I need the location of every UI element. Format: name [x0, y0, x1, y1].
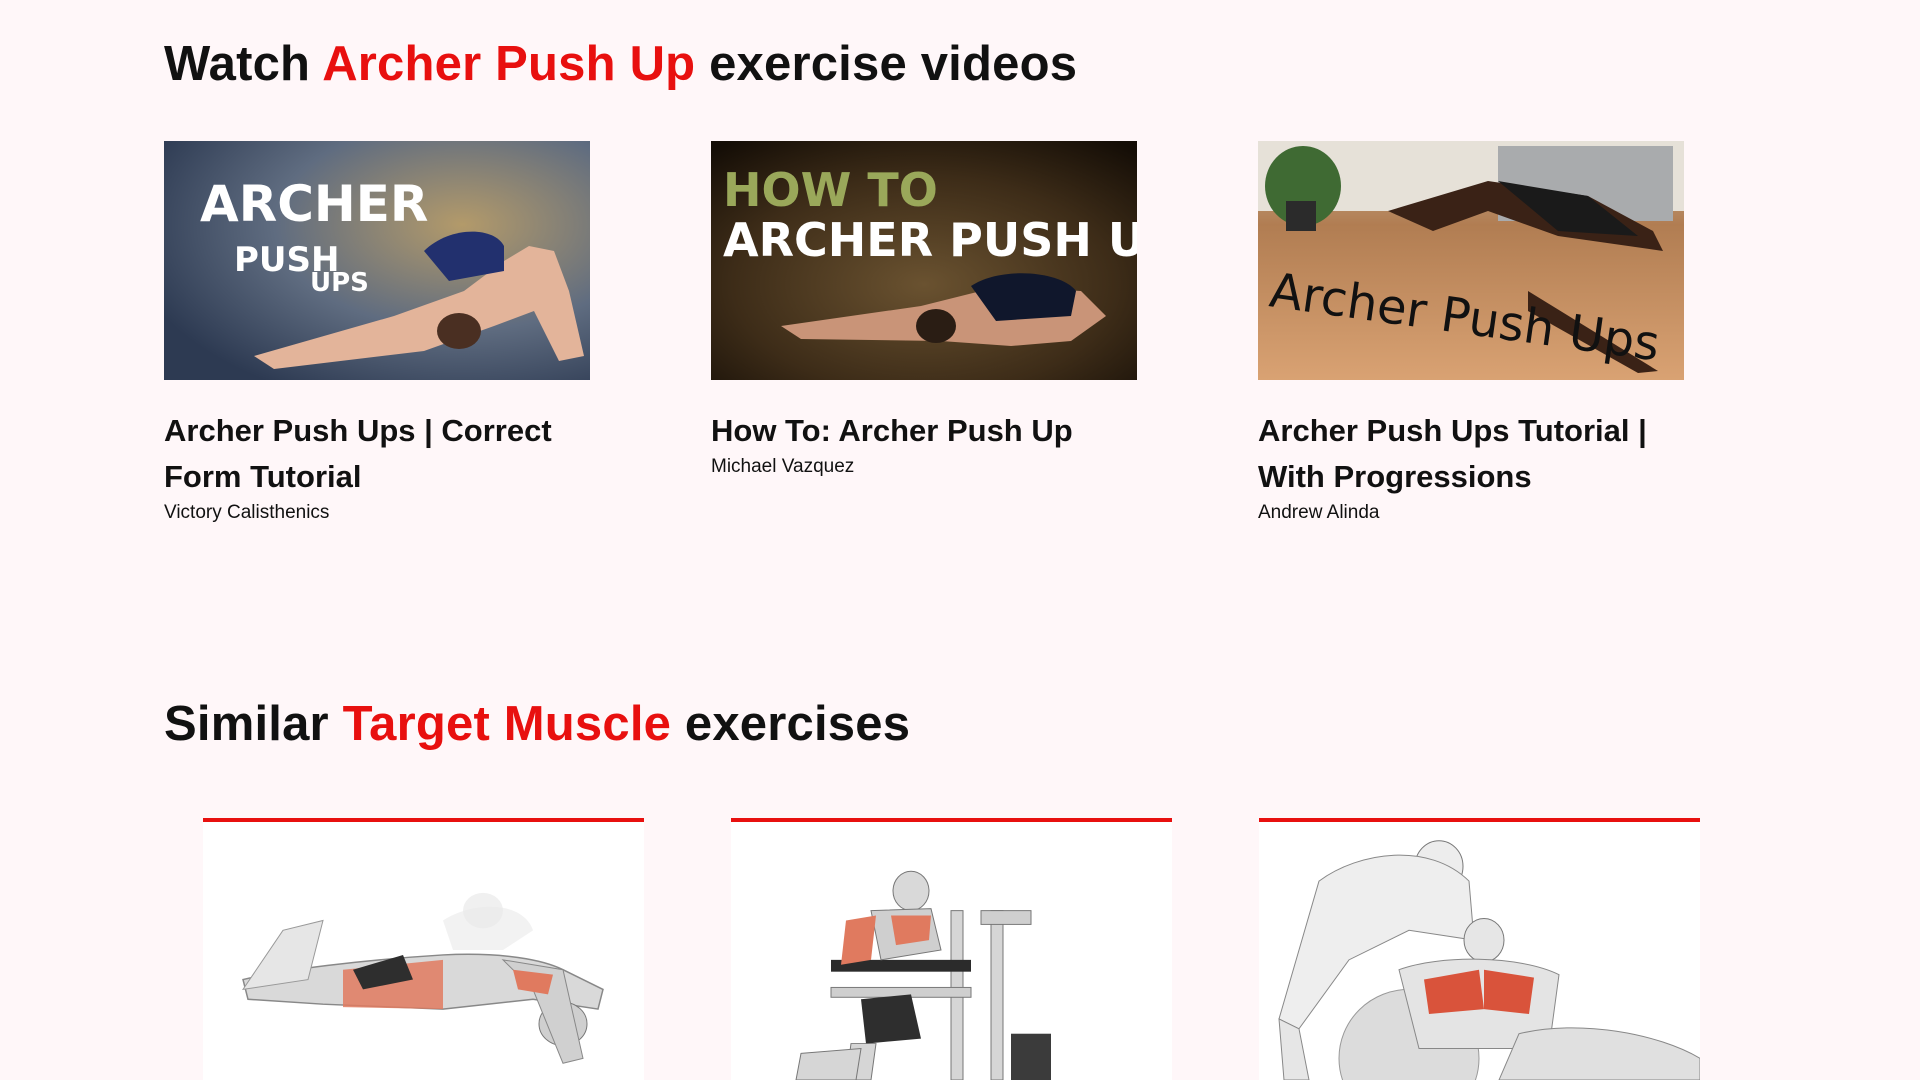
- exercise-illustration: [795, 870, 1051, 1080]
- video-title-link[interactable]: Archer Push Ups | Correct Form Tutorial: [164, 408, 590, 500]
- video-title-link[interactable]: How To: Archer Push Up: [711, 408, 1137, 454]
- similar-title-suffix: exercises: [671, 697, 911, 751]
- video-author: Andrew Alinda: [1258, 502, 1380, 523]
- videos-section-title: Watch Archer Push Up exercise videos: [164, 36, 1077, 92]
- video-card[interactable]: ARCHER PUSH UPS Archer Push Ups | Correc…: [164, 141, 590, 526]
- similar-section-title: Similar Target Muscle exercises: [164, 696, 910, 752]
- similar-title-accent: Target Muscle: [342, 697, 672, 751]
- video-thumbnail[interactable]: ARCHER PUSH UPS: [164, 141, 590, 380]
- video-card[interactable]: Archer Push Ups Archer Push Ups Tutorial…: [1258, 141, 1684, 526]
- thumb-text-line: ARCHER PUSH UP: [723, 213, 1137, 267]
- exercise-illustration: [241, 892, 604, 1064]
- videos-title-prefix: Watch: [164, 37, 323, 91]
- similar-title-prefix: Similar: [164, 697, 343, 751]
- videos-title-accent: Archer Push Up: [322, 37, 696, 91]
- thumb-text-line: UPS: [310, 268, 369, 298]
- exercise-illustration: [1278, 840, 1700, 1080]
- exercise-card[interactable]: [203, 818, 644, 1080]
- videos-title-suffix: exercise videos: [695, 37, 1078, 91]
- exercise-card[interactable]: [731, 818, 1172, 1080]
- video-card[interactable]: HOW TO ARCHER PUSH UP How To: Archer Pus…: [711, 141, 1137, 480]
- video-thumbnail[interactable]: HOW TO ARCHER PUSH UP: [711, 141, 1137, 380]
- video-author: Michael Vazquez: [711, 456, 855, 477]
- video-thumbnail[interactable]: Archer Push Ups: [1258, 141, 1684, 380]
- exercise-card[interactable]: [1259, 818, 1700, 1080]
- thumb-text-line: ARCHER: [200, 175, 428, 233]
- page: Watch Archer Push Up exercise videos ARC…: [0, 0, 1920, 1080]
- video-title-link[interactable]: Archer Push Ups Tutorial | With Progress…: [1258, 408, 1684, 500]
- thumb-text-line: HOW TO: [723, 163, 938, 217]
- video-author: Victory Calisthenics: [164, 502, 330, 523]
